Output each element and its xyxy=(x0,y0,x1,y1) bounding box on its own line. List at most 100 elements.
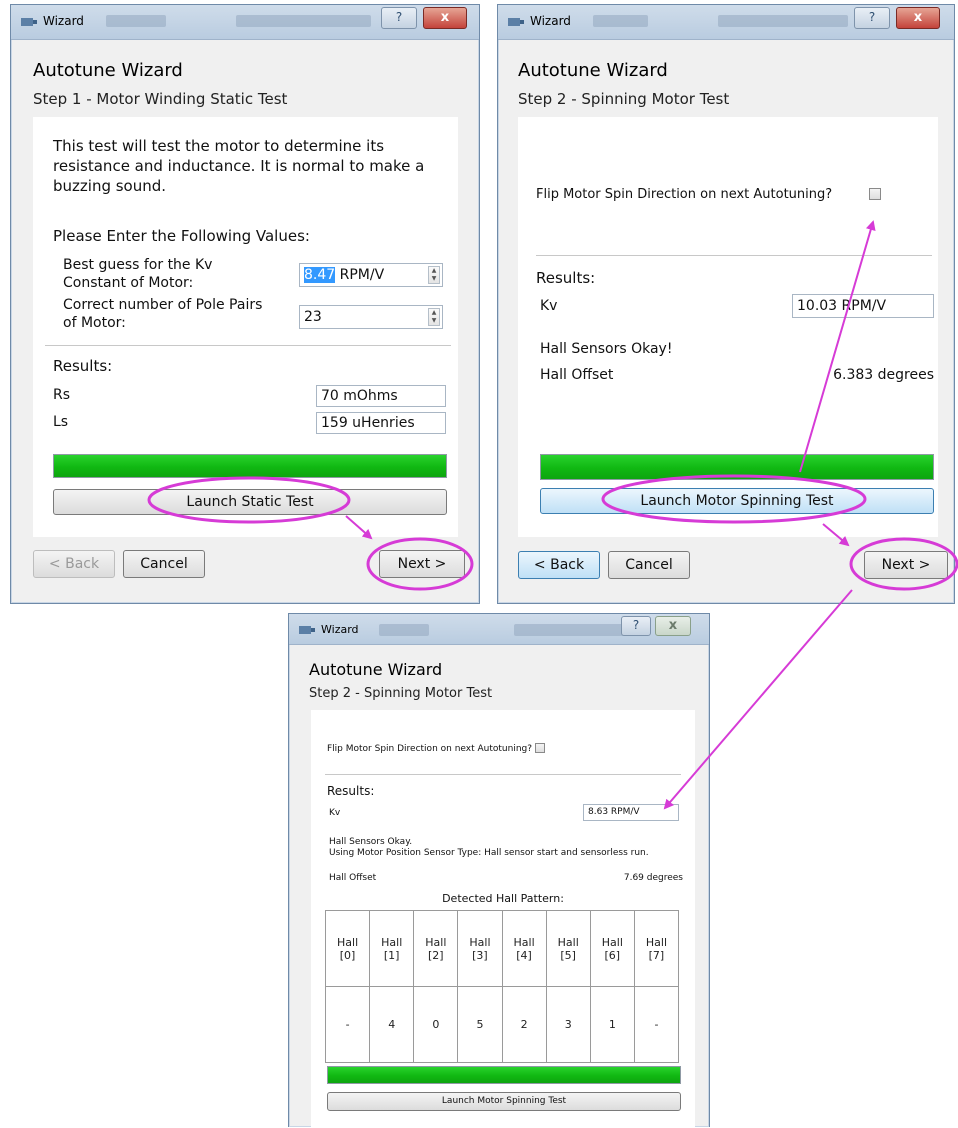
close-button[interactable]: x xyxy=(896,7,940,29)
hall-pattern-title: Detected Hall Pattern: xyxy=(442,892,564,905)
help-icon: ? xyxy=(868,10,876,24)
hall-offset-value: 7.69 degrees xyxy=(623,873,683,883)
help-button[interactable]: ? xyxy=(854,7,890,29)
hall-status-text: Hall Sensors Okay! xyxy=(540,341,673,357)
wizard-step-title: Step 2 - Spinning Motor Test xyxy=(309,686,493,701)
help-button[interactable]: ? xyxy=(621,616,651,636)
next-button[interactable]: Next > xyxy=(379,550,465,578)
kv-value-field: 10.03 RPM/V xyxy=(792,294,934,318)
flip-direction-label: Flip Motor Spin Direction on next Autotu… xyxy=(536,187,833,202)
cancel-button[interactable]: Cancel xyxy=(123,550,205,578)
progress-bar xyxy=(53,454,447,478)
flip-direction-checkbox[interactable] xyxy=(535,743,545,753)
hall-offset-label: Hall Offset xyxy=(329,873,377,883)
wizard-heading: Autotune Wizard xyxy=(33,60,183,81)
hall-value-cell: - xyxy=(324,986,371,1063)
kv-label: Kv xyxy=(329,808,341,818)
blurred-background-title xyxy=(106,15,166,27)
pole-pairs-label: Correct number of Pole Pairs xyxy=(63,297,263,313)
blurred-background-title xyxy=(593,15,648,27)
content-panel: Flip Motor Spin Direction on next Autotu… xyxy=(311,710,695,1128)
hall-header-cell: Hall [4] xyxy=(501,910,547,987)
results-label: Results: xyxy=(327,784,375,798)
blurred-background-title xyxy=(379,624,429,636)
hall-value-cell: 0 xyxy=(413,986,459,1063)
separator xyxy=(325,774,681,775)
pole-pairs-label: of Motor: xyxy=(63,315,126,331)
content-panel: Flip Motor Spin Direction on next Autotu… xyxy=(518,117,938,537)
hall-status-text: Hall Sensors Okay. xyxy=(329,837,413,847)
hall-header-cell: Hall [0] xyxy=(324,910,371,987)
wizard-app-icon xyxy=(21,18,37,26)
separator xyxy=(45,345,451,346)
rs-label: Rs xyxy=(53,387,71,403)
hall-header-cell: Hall [1] xyxy=(369,910,415,987)
description-text: buzzing sound. xyxy=(53,177,167,195)
hall-header-cell: Hall [6] xyxy=(589,910,635,987)
kv-input[interactable]: 8.47 RPM/V xyxy=(299,263,443,287)
hall-header-cell: Hall [2] xyxy=(413,910,459,987)
back-button[interactable]: < Back xyxy=(33,550,115,578)
flip-direction-checkbox[interactable] xyxy=(869,188,881,200)
results-label: Results: xyxy=(53,357,113,375)
hall-offset-label: Hall Offset xyxy=(540,367,614,383)
back-button[interactable]: < Back xyxy=(518,551,600,579)
hall-value-cell: 5 xyxy=(457,986,503,1063)
title-bar[interactable]: Wizard ? x xyxy=(11,5,479,40)
content-panel: This test will test the motor to determi… xyxy=(33,117,458,537)
window-title: Wizard xyxy=(321,623,359,636)
kv-value-field: 8.63 RPM/V xyxy=(583,804,679,821)
wizard-heading: Autotune Wizard xyxy=(518,60,668,81)
hall-value-cell: 1 xyxy=(589,986,635,1063)
results-label: Results: xyxy=(536,269,596,287)
window-title: Wizard xyxy=(43,14,84,28)
title-bar[interactable]: Wizard ? x xyxy=(498,5,954,40)
flip-direction-label: Flip Motor Spin Direction on next Autotu… xyxy=(327,744,533,754)
wizard-heading: Autotune Wizard xyxy=(309,660,443,679)
ls-label: Ls xyxy=(53,414,69,430)
hall-pattern-table: Hall [0] Hall [1] Hall [2] Hall [3] Hall… xyxy=(324,910,680,1063)
wizard-window-step1: Wizard ? x Autotune Wizard Step 1 - Moto… xyxy=(10,4,480,604)
help-icon: ? xyxy=(395,10,403,24)
separator xyxy=(536,255,932,256)
help-icon: ? xyxy=(632,618,640,632)
launch-motor-spinning-test-button[interactable]: Launch Motor Spinning Test xyxy=(327,1092,681,1111)
kv-spin-buttons[interactable]: ▲ ▼ xyxy=(428,266,440,284)
launch-motor-spinning-test-button[interactable]: Launch Motor Spinning Test xyxy=(540,488,934,514)
pole-pairs-input[interactable]: 23 xyxy=(299,305,443,329)
blurred-background-title xyxy=(514,624,634,636)
progress-bar xyxy=(327,1066,681,1084)
help-button[interactable]: ? xyxy=(381,7,417,29)
enter-values-label: Please Enter the Following Values: xyxy=(53,227,310,245)
wizard-app-icon xyxy=(299,626,315,634)
description-text: resistance and inductance. It is normal … xyxy=(53,157,425,175)
hall-header-cell: Hall [7] xyxy=(633,910,680,987)
kv-label: Kv xyxy=(540,298,558,314)
ls-value-field: 159 uHenries xyxy=(316,412,446,434)
hall-offset-value: 6.383 degrees xyxy=(833,367,934,383)
pole-pairs-spin-buttons[interactable]: ▲ ▼ xyxy=(428,308,440,326)
wizard-step-title: Step 1 - Motor Winding Static Test xyxy=(33,90,288,108)
hall-value-row: - 4 0 5 2 3 1 - xyxy=(324,986,680,1063)
cancel-button[interactable]: Cancel xyxy=(608,551,690,579)
rs-value-field: 70 mOhms xyxy=(316,385,446,407)
close-button[interactable]: x xyxy=(655,616,691,636)
wizard-window-step2-detailed: Wizard ? x Autotune Wizard Step 2 - Spin… xyxy=(288,613,710,1128)
hall-header-row: Hall [0] Hall [1] Hall [2] Hall [3] Hall… xyxy=(324,910,680,987)
close-icon: x xyxy=(440,10,450,25)
hall-value-cell: 3 xyxy=(545,986,591,1063)
wizard-window-step2: Wizard ? x Autotune Wizard Step 2 - Spin… xyxy=(497,4,955,604)
blurred-background-title xyxy=(236,15,371,27)
blurred-background-title xyxy=(718,15,848,27)
next-button[interactable]: Next > xyxy=(864,551,948,579)
wizard-app-icon xyxy=(508,18,524,26)
close-icon: x xyxy=(913,10,923,25)
description-text: This test will test the motor to determi… xyxy=(53,137,385,155)
hall-header-cell: Hall [5] xyxy=(545,910,591,987)
sensor-type-text: Using Motor Position Sensor Type: Hall s… xyxy=(329,848,649,858)
launch-static-test-button[interactable]: Launch Static Test xyxy=(53,489,447,515)
kv-label: Best guess for the Kv xyxy=(63,257,213,273)
title-bar[interactable]: Wizard ? x xyxy=(289,614,709,645)
close-button[interactable]: x xyxy=(423,7,467,29)
kv-value: 8.47 xyxy=(304,267,336,283)
